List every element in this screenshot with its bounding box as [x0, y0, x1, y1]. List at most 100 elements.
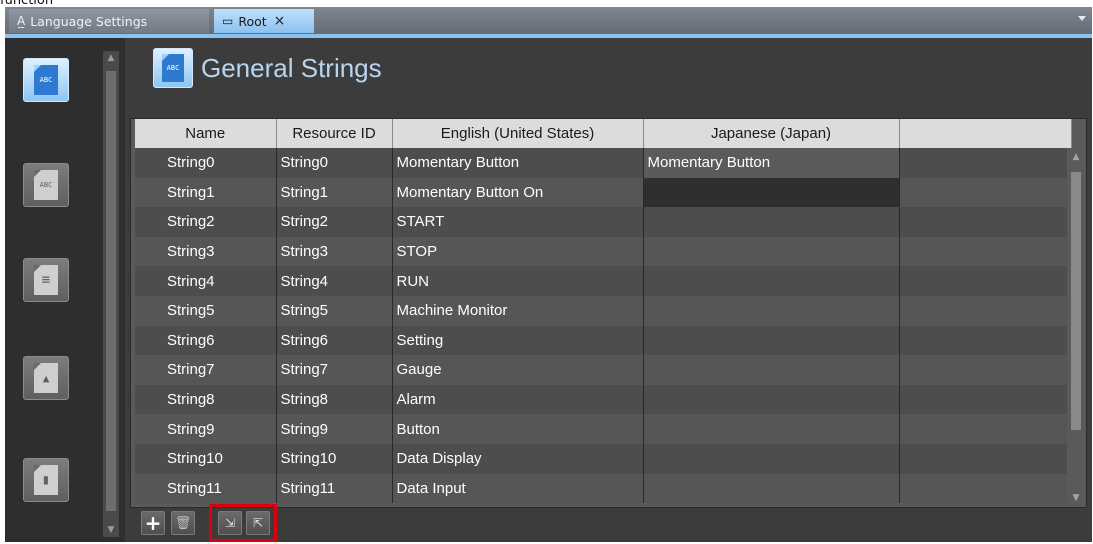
table-cell[interactable]: String10 — [135, 443, 277, 474]
highlight-box — [209, 504, 277, 542]
table-cell[interactable]: String5 — [276, 295, 393, 326]
table-cell[interactable] — [899, 295, 1072, 326]
table-cell[interactable]: String1 — [276, 177, 393, 208]
scroll-up-icon[interactable]: ▲ — [103, 51, 119, 65]
table-cell[interactable]: String0 — [276, 148, 393, 178]
tab-root[interactable]: ▭ Root × — [214, 9, 314, 33]
table-cell[interactable]: String7 — [135, 355, 277, 385]
table-cell[interactable] — [899, 148, 1072, 178]
category-sidebar: ABC ABC ≡ ▲ ▮ ▲ ▼ — [5, 38, 125, 542]
table-cell[interactable]: String0 — [135, 148, 277, 178]
category-shape-strings[interactable]: ▲ — [23, 356, 69, 400]
category-image-strings[interactable]: ▮ — [23, 458, 69, 502]
table-cell[interactable] — [899, 355, 1072, 385]
table-cell[interactable]: String3 — [276, 236, 393, 267]
table-cell[interactable] — [643, 295, 900, 326]
table-cell[interactable]: Gauge — [392, 355, 644, 385]
table-cell[interactable]: String10 — [276, 443, 393, 474]
table-cell[interactable] — [643, 236, 900, 267]
column-header-resource-id[interactable]: Resource ID — [276, 119, 393, 148]
table-cell[interactable]: String6 — [135, 325, 277, 356]
table-cell[interactable] — [899, 177, 1072, 208]
table-cell[interactable]: String5 — [135, 295, 277, 326]
table-cell[interactable] — [643, 384, 900, 415]
table-cell[interactable] — [643, 414, 900, 444]
table-cell[interactable]: Momentary Button On — [392, 177, 644, 208]
table-cell[interactable] — [643, 266, 900, 296]
table-cell[interactable]: String9 — [276, 414, 393, 444]
table-cell[interactable]: Data Input — [392, 473, 644, 504]
table-cell[interactable] — [899, 414, 1072, 444]
column-header-japanese[interactable]: Japanese (Japan) — [643, 119, 900, 148]
tab-language-settings[interactable]: A̲ Language Settings — [9, 9, 209, 33]
table-cell[interactable]: Setting — [392, 325, 644, 356]
category-general-strings[interactable]: ABC — [23, 58, 69, 102]
table-row[interactable]: String5 String5 Machine Monitor — [135, 295, 1072, 326]
scroll-up-icon[interactable]: ▲ — [1067, 150, 1085, 164]
table-cell[interactable] — [643, 355, 900, 385]
table-cell[interactable]: String4 — [276, 266, 393, 296]
column-header-name[interactable]: Name — [135, 119, 277, 148]
table-cell[interactable]: String2 — [276, 207, 393, 237]
table-cell[interactable]: Momentary Button — [643, 148, 900, 178]
table-cell[interactable]: String2 — [135, 207, 277, 237]
table-cell[interactable]: String11 — [276, 473, 393, 504]
column-header-english[interactable]: English (United States) — [392, 119, 644, 148]
add-string-button[interactable]: + — [141, 511, 165, 535]
table-cell[interactable]: String1 — [135, 177, 277, 208]
table-cell[interactable] — [643, 207, 900, 237]
close-icon[interactable]: × — [274, 13, 286, 29]
table-cell[interactable] — [643, 177, 900, 208]
table-cell[interactable]: Momentary Button — [392, 148, 644, 178]
delete-string-button[interactable]: 🗑 — [171, 511, 195, 535]
table-cell[interactable]: START — [392, 207, 644, 237]
scroll-down-icon[interactable]: ▼ — [103, 523, 119, 537]
table-cell[interactable] — [899, 443, 1072, 474]
table-cell[interactable] — [899, 473, 1072, 504]
category-list-strings[interactable]: ≡ — [23, 258, 69, 302]
table-cell[interactable]: String8 — [135, 384, 277, 415]
scroll-down-icon[interactable]: ▼ — [1067, 491, 1085, 505]
table-cell[interactable]: String8 — [276, 384, 393, 415]
category-voice-strings[interactable]: ABC — [23, 163, 69, 207]
table-cell[interactable]: String6 — [276, 325, 393, 356]
table-row[interactable]: String2 String2 START — [135, 207, 1072, 237]
table-row[interactable]: String6 String6 Setting — [135, 325, 1072, 356]
table-cell[interactable] — [899, 384, 1072, 415]
cropped-caption: function — [0, 0, 54, 8]
table-cell[interactable] — [899, 266, 1072, 296]
tab-label: Language Settings — [30, 13, 148, 29]
table-cell[interactable]: Alarm — [392, 384, 644, 415]
table-cell[interactable]: String4 — [135, 266, 277, 296]
table-cell[interactable]: String3 — [135, 236, 277, 267]
table-row[interactable]: String8 String8 Alarm — [135, 384, 1072, 415]
table-cell[interactable] — [899, 207, 1072, 237]
chevron-down-icon[interactable] — [1078, 16, 1086, 21]
table-cell[interactable]: String11 — [135, 473, 277, 504]
table-cell[interactable] — [643, 443, 900, 474]
grid-scrollbar[interactable]: ▲ ▼ — [1067, 148, 1085, 507]
table-row[interactable]: String11 String11 Data Input — [135, 473, 1072, 504]
table-cell[interactable]: RUN — [392, 266, 644, 296]
table-cell[interactable] — [643, 325, 900, 356]
abc-doc-icon: ABC — [153, 48, 193, 88]
table-row[interactable]: String0 String0 Momentary Button Momentary … — [135, 148, 1072, 178]
table-row[interactable]: String4 String4 RUN — [135, 266, 1072, 296]
table-cell[interactable]: Button — [392, 414, 644, 444]
scrollbar-thumb[interactable] — [1071, 172, 1081, 430]
table-row[interactable]: String3 String3 STOP — [135, 236, 1072, 267]
table-cell[interactable]: Machine Monitor — [392, 295, 644, 326]
scrollbar-thumb[interactable] — [106, 71, 116, 511]
table-cell[interactable]: String9 — [135, 414, 277, 444]
table-row[interactable]: String1 String1 Momentary Button On — [135, 177, 1072, 208]
table-cell[interactable] — [643, 473, 900, 504]
table-cell[interactable]: Data Display — [392, 443, 644, 474]
table-row[interactable]: String10 String10 Data Display — [135, 443, 1072, 474]
table-cell[interactable]: String7 — [276, 355, 393, 385]
sidebar-scrollbar[interactable]: ▲ ▼ — [103, 51, 119, 537]
table-cell[interactable] — [899, 325, 1072, 356]
table-cell[interactable]: STOP — [392, 236, 644, 267]
table-row[interactable]: String7 String7 Gauge — [135, 355, 1072, 385]
table-cell[interactable] — [899, 236, 1072, 267]
table-row[interactable]: String9 String9 Button — [135, 414, 1072, 444]
